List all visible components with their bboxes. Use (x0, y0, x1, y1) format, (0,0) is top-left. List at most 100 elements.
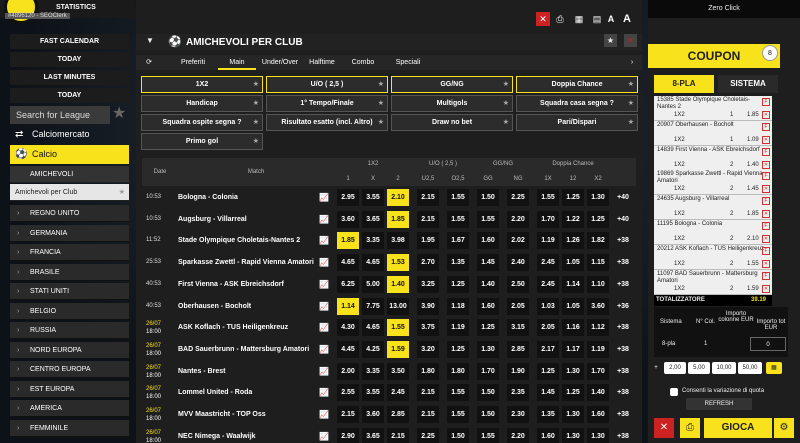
odds-button[interactable]: 1.18 (447, 297, 469, 315)
more-markets-link[interactable]: +38 (612, 361, 634, 382)
calculator-icon[interactable]: ▦ (766, 362, 782, 374)
odds-button[interactable]: 1.55 (387, 319, 409, 337)
odds-button[interactable]: 1.12 (587, 319, 609, 337)
tab-halftime[interactable]: Halftime (304, 55, 340, 70)
market-button[interactable]: Doppia Chance ★ (516, 76, 638, 93)
odds-button[interactable]: 1.25 (477, 319, 499, 337)
odds-button[interactable]: 2.00 (337, 362, 359, 380)
star-icon[interactable]: ★ (378, 115, 384, 130)
odds-button[interactable]: 4.30 (337, 319, 359, 337)
odds-button[interactable]: 1.60 (477, 232, 499, 250)
remove-icon[interactable]: ✕ (762, 160, 770, 169)
refresh-icon[interactable]: ⟳ (142, 55, 156, 70)
odds-button[interactable]: 1.59 (387, 340, 409, 358)
odds-button[interactable]: 1.25 (587, 210, 609, 228)
odds-button[interactable]: 2.35 (507, 384, 529, 402)
font-larger-icon[interactable]: A (604, 12, 618, 26)
sidebar-country-item[interactable]: › NORD EUROPA (10, 341, 129, 359)
odds-button[interactable]: 1.55 (447, 384, 469, 402)
odds-button[interactable]: 6.25 (337, 275, 359, 293)
sidebar-country-item[interactable]: › RUSSIA (10, 322, 129, 339)
odds-button[interactable]: 2.15 (337, 406, 359, 423)
odds-button[interactable]: 2.45 (537, 275, 559, 293)
odds-button[interactable]: 2.15 (417, 406, 439, 423)
sidebar-country-item[interactable]: › BELGIO (10, 302, 129, 320)
odds-button[interactable]: 1.67 (447, 232, 469, 250)
odds-button[interactable]: 1.82 (587, 232, 609, 250)
tab-preferiti[interactable]: Preferiti (168, 55, 218, 70)
more-markets-link[interactable]: +38 (612, 339, 634, 360)
match-name[interactable]: NEC Nimega - Waalwijk (178, 426, 318, 443)
odds-button[interactable]: 4.65 (362, 319, 384, 337)
today-button-2[interactable]: TODAY (10, 88, 129, 103)
grid-icon[interactable]: ▤ (590, 12, 604, 26)
star-icon[interactable]: ★ (112, 105, 126, 123)
sidebar-country-item[interactable]: › REGNO UNITO (10, 205, 129, 222)
trash-icon[interactable]: ✕ (654, 418, 674, 438)
odds-button[interactable]: 1.55 (447, 210, 469, 228)
odds-button[interactable]: 2.70 (417, 254, 439, 272)
odds-button[interactable]: 2.30 (507, 406, 529, 423)
odds-button[interactable]: 1.14 (337, 297, 359, 315)
odds-button[interactable]: 3.60 (587, 297, 609, 315)
odds-button[interactable]: 7.75 (362, 297, 384, 315)
close-icon[interactable]: ✕ (624, 34, 637, 47)
odds-button[interactable]: 1.30 (562, 406, 584, 423)
more-markets-link[interactable]: +40 (612, 187, 634, 208)
star-icon[interactable]: ★ (253, 96, 259, 111)
odds-button[interactable]: 1.60 (477, 297, 499, 315)
match-name[interactable]: Stade Olympique Choletais-Nantes 2 (178, 230, 318, 251)
odds-button[interactable]: 1.19 (587, 340, 609, 358)
market-button[interactable]: Squadra ospite segna ? ★ (141, 114, 263, 131)
tab-sistema[interactable]: SISTEMA (718, 75, 778, 93)
odds-button[interactable]: 3.15 (507, 319, 529, 337)
search-league-input[interactable]: Search for League (10, 106, 110, 124)
market-button[interactable]: Primo gol ★ (141, 133, 263, 150)
star-icon[interactable]: ★ (628, 77, 634, 92)
odds-button[interactable]: 1.55 (447, 406, 469, 423)
odds-button[interactable]: 1.30 (562, 427, 584, 443)
odds-button[interactable]: 1.53 (387, 254, 409, 272)
tab-main[interactable]: Main (218, 55, 256, 70)
odds-button[interactable]: 1.55 (447, 189, 469, 206)
fixed-toggle-icon[interactable]: F (762, 172, 770, 181)
odds-button[interactable]: 4.25 (362, 340, 384, 358)
settings-icon[interactable]: ⚙ (774, 418, 794, 438)
last-minutes-button[interactable]: LAST MINUTES (10, 70, 129, 85)
odds-button[interactable]: 3.25 (417, 275, 439, 293)
odds-button[interactable]: 3.65 (362, 210, 384, 228)
match-name[interactable]: Bologna - Colonia (178, 187, 318, 208)
today-button[interactable]: TODAY (10, 52, 129, 67)
tab-under-over[interactable]: Under/Over (256, 55, 304, 70)
stats-chart-icon[interactable]: 📈 (319, 410, 329, 419)
sidebar-country-item[interactable]: › FRANCIA (10, 244, 129, 261)
more-markets-link[interactable]: +36 (612, 296, 634, 317)
odds-button[interactable]: 1.05 (562, 297, 584, 315)
match-name[interactable]: ASK Koflach - TUS Heiligenkreuz (178, 317, 318, 338)
market-button[interactable]: 1X2 ★ (141, 76, 263, 93)
odds-button[interactable]: 2.45 (387, 384, 409, 402)
sidebar-country-item[interactable]: › CENTRO EUROPA (10, 361, 129, 378)
close-icon[interactable]: ✕ (536, 12, 550, 26)
fast-calendar-button[interactable]: FAST CALENDAR (10, 34, 129, 49)
market-button[interactable]: Draw no bet ★ (391, 114, 513, 131)
odds-button[interactable]: 1.17 (562, 340, 584, 358)
amount-2[interactable]: 2,00 (664, 362, 686, 374)
odds-button[interactable]: 4.65 (362, 254, 384, 272)
refresh-button[interactable]: REFRESH (686, 398, 752, 410)
odds-button[interactable]: 3.35 (362, 362, 384, 380)
odds-button[interactable]: 2.85 (507, 340, 529, 358)
odds-button[interactable]: 3.65 (362, 427, 384, 443)
sidebar-item-amichevoli-per-club[interactable]: Amichevoli per Club ★ (10, 184, 129, 201)
odds-button[interactable]: 1.25 (447, 275, 469, 293)
more-markets-link[interactable]: +38 (612, 426, 634, 443)
sidebar-item-amichevoli[interactable]: AMICHEVOLI (10, 166, 129, 183)
star-icon[interactable]: ★ (503, 77, 509, 92)
odds-button[interactable]: 1.45 (537, 384, 559, 402)
more-markets-link[interactable]: +38 (612, 382, 634, 403)
fixed-toggle-icon[interactable]: F (762, 122, 770, 131)
more-markets-link[interactable]: +38 (612, 230, 634, 251)
odds-button[interactable]: 3.98 (387, 232, 409, 250)
odds-button[interactable]: 2.50 (507, 275, 529, 293)
odds-button[interactable]: 1.19 (447, 319, 469, 337)
